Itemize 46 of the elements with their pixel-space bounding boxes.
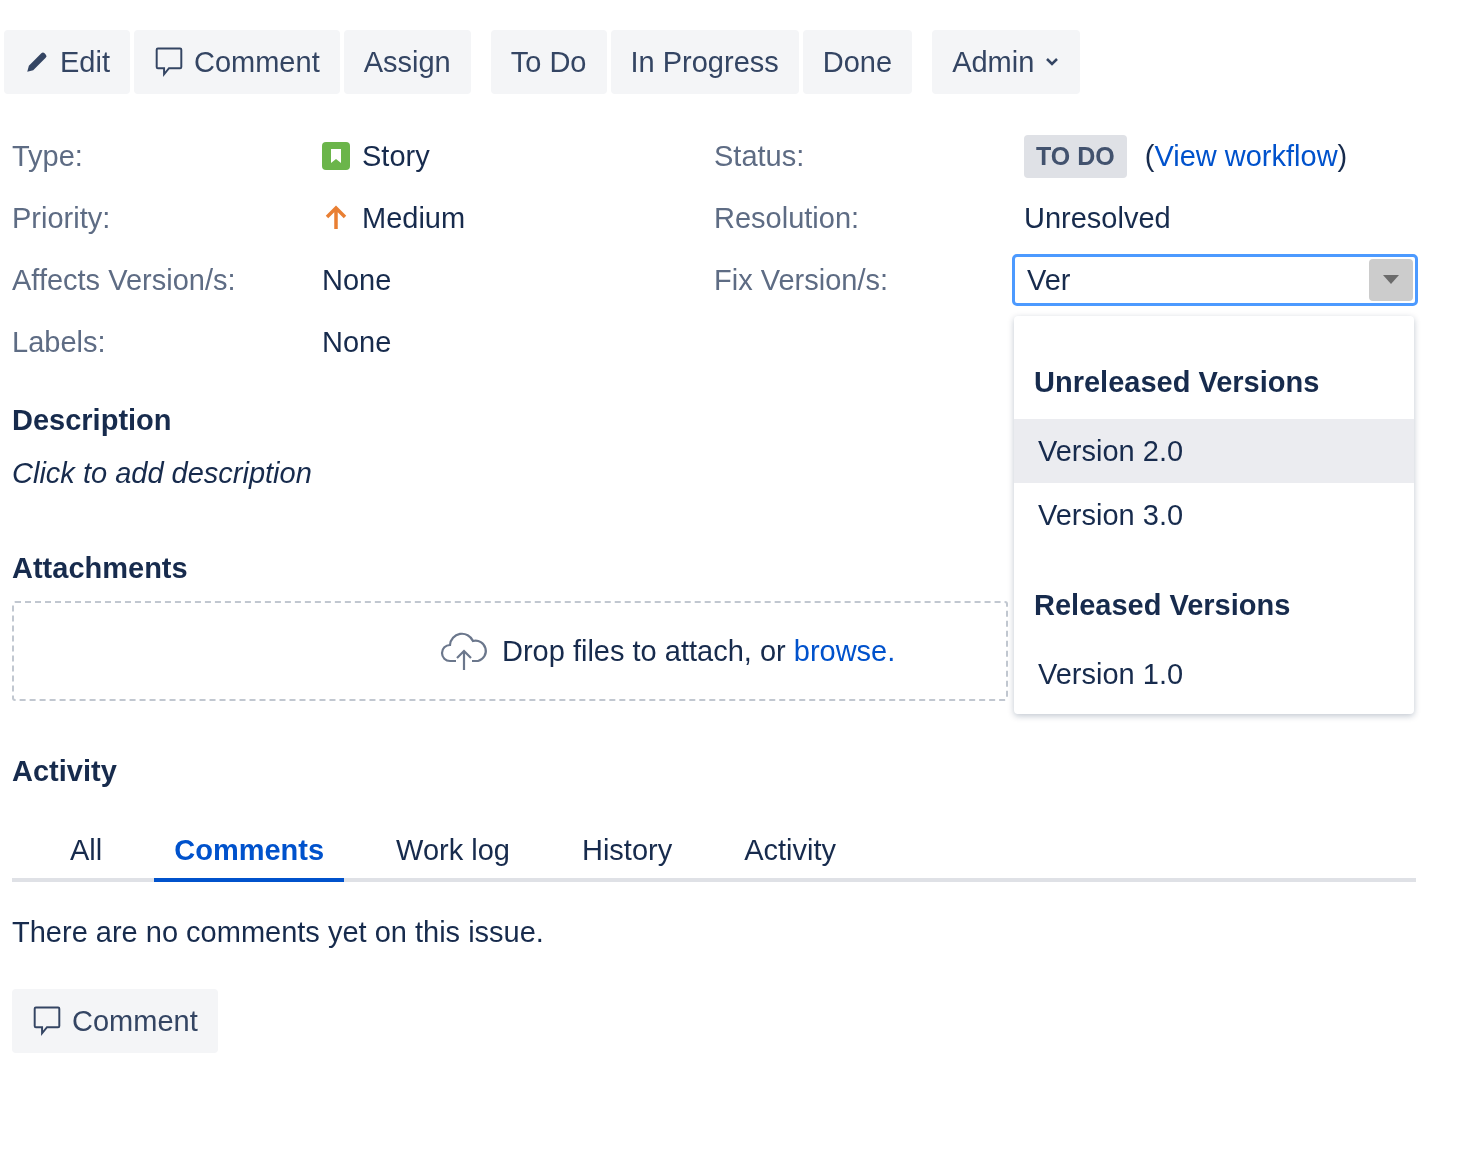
empty-comments-text: There are no comments yet on this issue.	[12, 916, 545, 949]
field-label: Type:	[12, 139, 84, 173]
fix-version-field[interactable]: Ver	[1012, 254, 1418, 306]
status-lozenge: TO DO	[1024, 134, 1127, 178]
comment-button[interactable]: Comment	[12, 989, 218, 1053]
version-option[interactable]: Version 2.0	[1014, 419, 1414, 483]
field-value: Unresolved	[1024, 201, 1172, 235]
workflow-text: (View workflow)	[1144, 139, 1348, 173]
section-heading: Description	[12, 404, 173, 437]
field-label: Labels:	[12, 325, 107, 359]
attachment-dropzone[interactable]: Drop files to attach, or browse.	[12, 601, 1008, 701]
chevron-down-icon	[1044, 56, 1061, 68]
activity-tab[interactable]: Comments	[154, 822, 345, 882]
toolbar-button[interactable]: Done	[802, 30, 913, 94]
version-option[interactable]: Version 1.0	[1014, 642, 1414, 706]
field-label: Resolution:	[714, 201, 861, 235]
view-workflow-link[interactable]: View workflow	[1154, 139, 1338, 172]
toolbar-button[interactable]: Admin	[932, 30, 1081, 94]
toolbar-button[interactable]: To Do	[490, 30, 607, 94]
comment-icon	[154, 46, 184, 78]
menu-group-heading: Released Versions	[1033, 588, 1292, 623]
field-value: Medium	[362, 201, 466, 235]
activity-tab[interactable]: History	[562, 822, 693, 882]
cloud-upload-icon	[440, 631, 488, 671]
field-label: Fix Version/s:	[714, 263, 890, 297]
field-value: None	[322, 325, 393, 359]
toolbar-button[interactable]: Comment	[134, 30, 340, 94]
field-label: Status:	[714, 139, 806, 173]
dropzone-text: Drop files to attach, or browse.	[502, 634, 896, 668]
toolbar-button[interactable]: In Progress	[610, 30, 799, 94]
activity-tab[interactable]: All	[50, 822, 123, 882]
browse-link[interactable]: browse.	[793, 634, 896, 667]
field-value: None	[322, 263, 393, 297]
comment-icon	[32, 1005, 62, 1037]
menu-group-heading: Unreleased Versions	[1033, 365, 1321, 400]
field-value: Story	[362, 139, 430, 173]
activity-tab[interactable]: Activity	[724, 822, 857, 882]
section-heading: Attachments	[12, 552, 189, 585]
field-label: Affects Version/s:	[12, 263, 237, 297]
version-option[interactable]: Version 3.0	[1014, 483, 1414, 547]
toolbar-button[interactable]: Edit	[4, 30, 130, 94]
toolbar-button[interactable]: Assign	[343, 30, 471, 94]
story-icon	[322, 142, 350, 170]
section-heading: Activity	[12, 755, 118, 788]
activity-tab[interactable]: Work log	[376, 822, 530, 882]
field-label: Priority:	[12, 201, 112, 235]
